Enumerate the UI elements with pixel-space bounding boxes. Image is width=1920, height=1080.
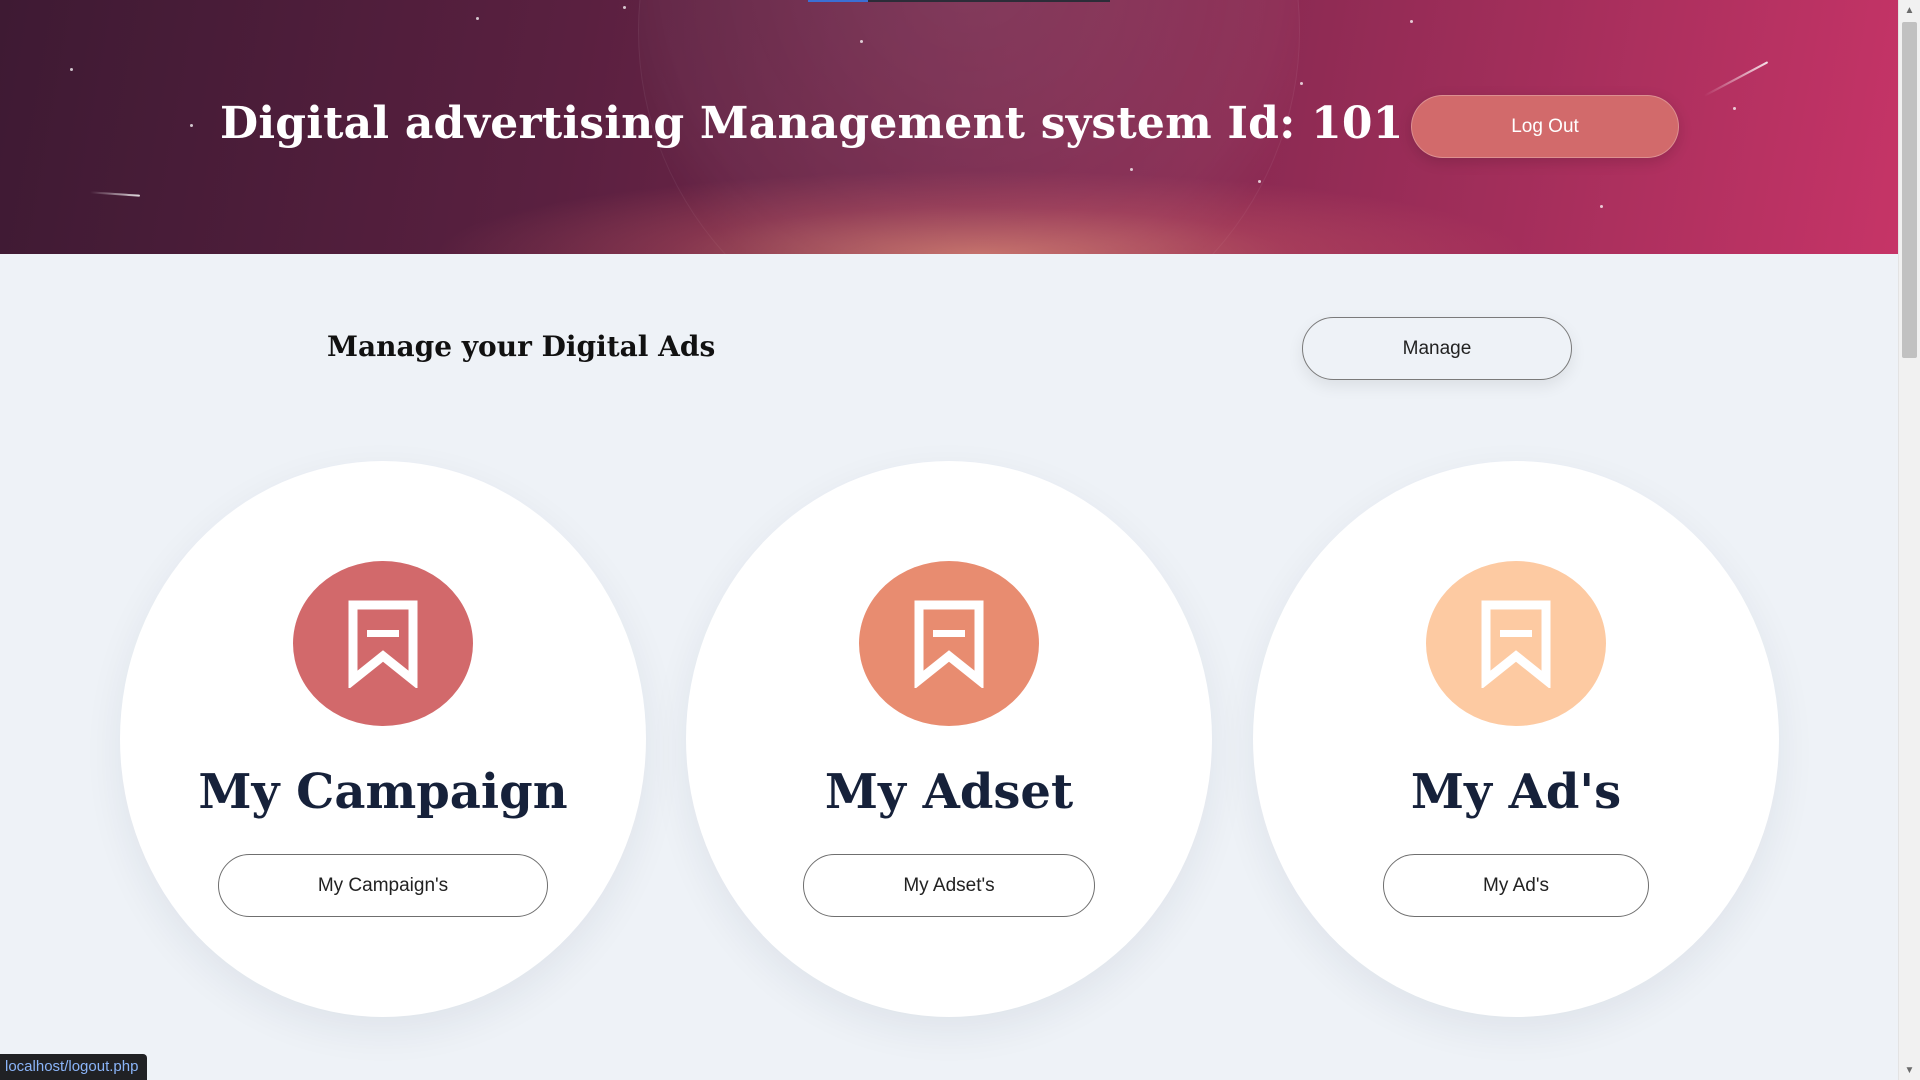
scrollbar-thumb[interactable] xyxy=(1902,22,1917,358)
card-title: My Campaign xyxy=(198,764,568,820)
star-decoration xyxy=(190,124,193,127)
manage-button[interactable]: Manage xyxy=(1302,317,1572,380)
shooting-star xyxy=(1703,61,1769,97)
bookmark-icon xyxy=(1481,600,1551,688)
my-adsets-button[interactable]: My Adset's xyxy=(803,854,1095,917)
star-decoration xyxy=(1258,180,1261,183)
bookmark-icon xyxy=(914,600,984,688)
logout-button[interactable]: Log Out xyxy=(1411,95,1679,158)
manage-section-title: Manage your Digital Ads xyxy=(327,330,716,363)
scroll-up-arrow-icon[interactable]: ▲ xyxy=(1899,0,1920,20)
star-decoration xyxy=(70,68,73,71)
card-title: My Adset xyxy=(824,764,1074,820)
star-decoration xyxy=(623,6,626,9)
page-title: Digital advertising Management system Id… xyxy=(220,98,1404,149)
icon-circle xyxy=(859,561,1039,726)
link-status-bar: localhost/logout.php xyxy=(0,1054,148,1080)
icon-circle xyxy=(1426,561,1606,726)
page: Digital advertising Management system Id… xyxy=(0,0,1920,1080)
icon-circle xyxy=(293,561,473,726)
card-title: My Ad's xyxy=(1410,764,1622,820)
star-decoration xyxy=(1130,168,1133,171)
horizon-glow xyxy=(430,170,1530,254)
scroll-down-arrow-icon[interactable]: ▼ xyxy=(1899,1060,1920,1080)
shooting-star xyxy=(89,191,141,197)
header-banner: Digital advertising Management system Id… xyxy=(0,0,1899,254)
star-decoration xyxy=(1600,205,1603,208)
star-decoration xyxy=(1410,20,1413,23)
star-decoration xyxy=(1733,107,1736,110)
my-campaigns-button[interactable]: My Campaign's xyxy=(218,854,548,917)
card-adset: My Adset My Adset's xyxy=(686,461,1212,1017)
bookmark-icon xyxy=(348,600,418,688)
star-decoration xyxy=(860,40,863,43)
card-campaign: My Campaign My Campaign's xyxy=(120,461,646,1017)
star-decoration xyxy=(476,17,479,20)
star-decoration xyxy=(1300,82,1303,85)
my-ads-button[interactable]: My Ad's xyxy=(1383,854,1649,917)
top-line-accent xyxy=(808,0,868,2)
vertical-scrollbar[interactable]: ▲ ▼ xyxy=(1898,0,1920,1080)
card-ads: My Ad's My Ad's xyxy=(1253,461,1779,1017)
